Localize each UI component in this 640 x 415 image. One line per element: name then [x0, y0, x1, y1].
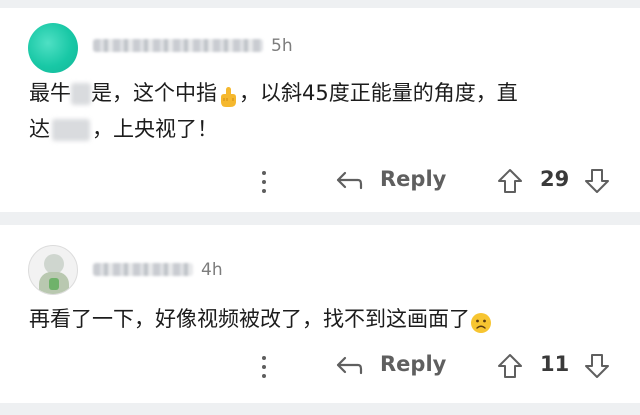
worried-face-emoji-icon — [470, 309, 492, 333]
timestamp: 4h — [201, 260, 223, 280]
username-blurred[interactable] — [93, 263, 193, 276]
user-avatar[interactable] — [28, 23, 78, 73]
comment-actions: Reply 29 — [0, 161, 640, 201]
reply-button[interactable]: Reply — [380, 352, 446, 376]
upvote-arrow-icon[interactable] — [496, 352, 524, 380]
username-blurred[interactable] — [93, 39, 263, 52]
downvote-arrow-icon[interactable] — [583, 352, 611, 380]
comment-text-segment: ，以斜45度正能量的角度，直 — [239, 81, 518, 105]
middle-finger-emoji-icon — [217, 83, 239, 107]
more-dots-icon[interactable] — [254, 352, 274, 382]
comment-text-segment: 达 — [29, 117, 50, 141]
comment-actions: Reply 11 — [0, 346, 640, 386]
comment-text-segment: 最牛 — [29, 81, 71, 105]
reply-button[interactable]: Reply — [380, 167, 446, 191]
comment-card: 5h 最牛 是，这个中指 ，以斜45度正能量的角度，直 达 ，上央视了！ Reply … — [0, 8, 640, 212]
comment-text-line2: 达 ，上央视了！ — [29, 111, 218, 147]
downvote-arrow-icon[interactable] — [583, 167, 611, 195]
vote-count: 11 — [540, 352, 570, 376]
user-avatar[interactable] — [28, 245, 78, 295]
redacted-text — [52, 119, 90, 141]
comment-card: 4h 再看了一下，好像视频被改了，找不到这画面了 Reply 11 — [0, 225, 640, 403]
comment-text-line1: 再看了一下，好像视频被改了，找不到这画面了 — [29, 301, 492, 337]
upvote-arrow-icon[interactable] — [496, 167, 524, 195]
timestamp: 5h — [271, 36, 293, 56]
vote-count: 29 — [540, 167, 570, 191]
comment-text-segment: 是，这个中指 — [91, 81, 217, 105]
avatar-head — [44, 254, 64, 274]
avatar-detail — [49, 278, 59, 290]
comment-text-segment: ，上央视了！ — [92, 117, 218, 141]
comment-text-line1: 最牛 是，这个中指 ，以斜45度正能量的角度，直 — [29, 75, 518, 111]
reply-arrow-icon[interactable] — [334, 168, 364, 194]
reply-arrow-icon[interactable] — [334, 353, 364, 379]
more-dots-icon[interactable] — [254, 167, 274, 197]
comment-text-segment: 再看了一下，好像视频被改了，找不到这画面了 — [29, 307, 470, 331]
redacted-text — [71, 83, 91, 105]
